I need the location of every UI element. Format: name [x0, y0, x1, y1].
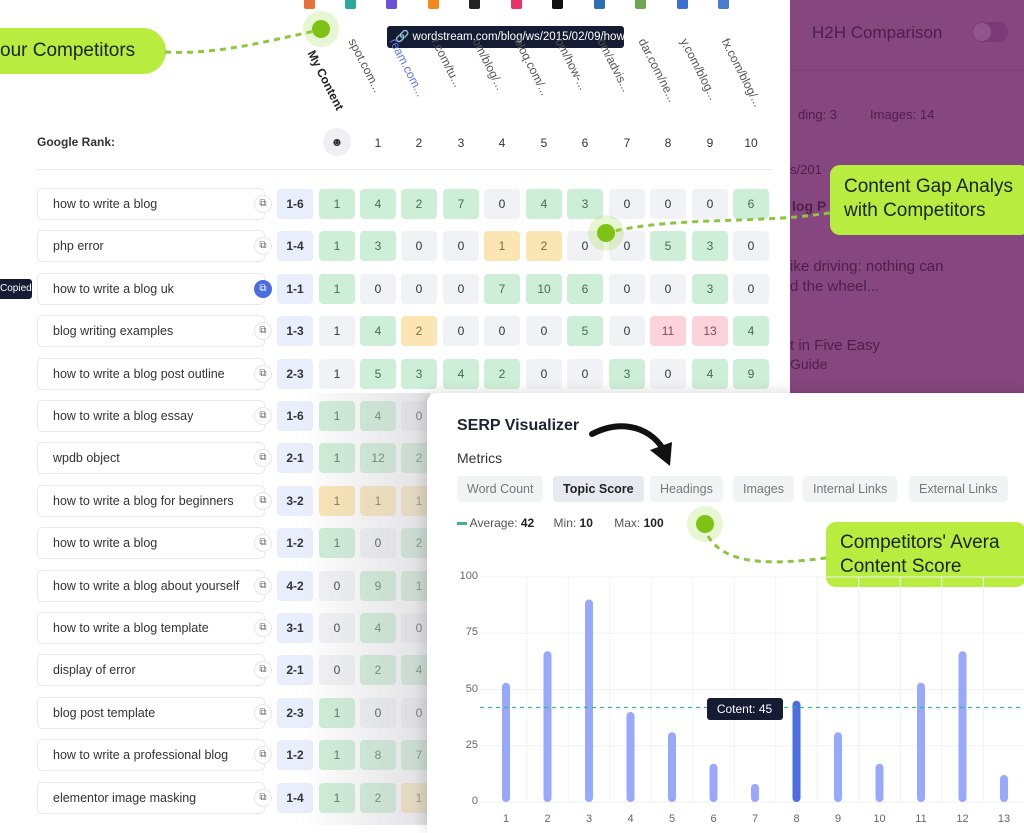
topic-score-chart — [480, 576, 1024, 803]
x-tick-label: 12 — [956, 813, 969, 825]
x-tick-label: 5 — [668, 813, 676, 825]
x-tick-label: 3 — [585, 813, 593, 825]
x-tick-label: 8 — [793, 813, 800, 825]
x-tick-label: 13 — [997, 813, 1011, 825]
x-tick-label: 11 — [915, 813, 927, 825]
x-tick-label: 1 — [502, 813, 510, 825]
x-tick-label: 6 — [710, 813, 717, 825]
x-tick-label: 10 — [873, 813, 886, 825]
y-tick-label: 0 — [471, 795, 478, 807]
x-tick-label: 2 — [544, 813, 551, 825]
y-tick-label: 25 — [465, 738, 478, 751]
y-tick-label: 50 — [465, 682, 478, 695]
x-tick-label: 9 — [834, 813, 842, 825]
y-tick-label: 75 — [465, 626, 478, 639]
x-tick-label: 7 — [751, 813, 759, 825]
y-tick-label: 100 — [459, 570, 478, 582]
bar-tooltip: Cotent: 45 — [706, 697, 783, 720]
x-tick-label: 4 — [627, 813, 634, 825]
